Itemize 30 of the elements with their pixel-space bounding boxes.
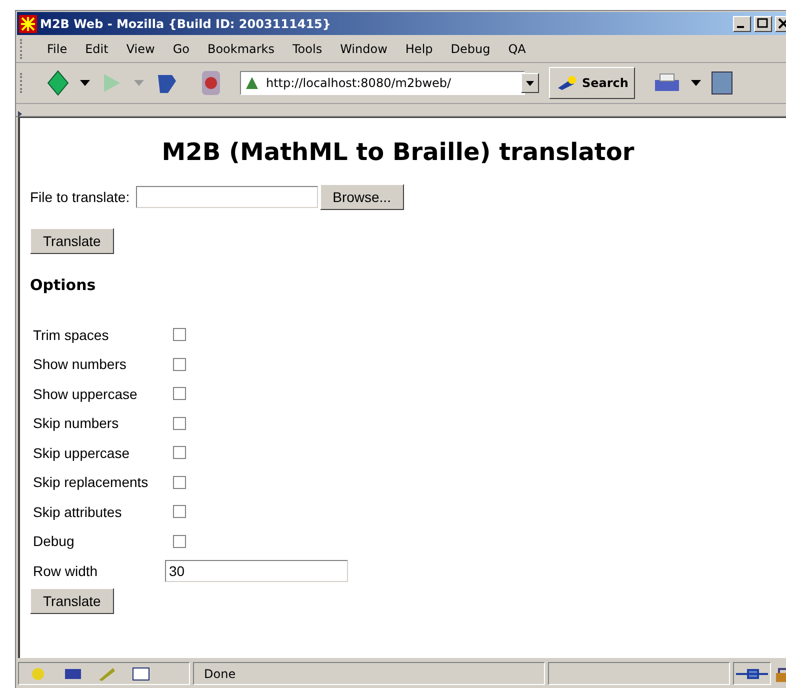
options-heading: Options: [30, 276, 97, 294]
option-label: Show uppercase: [33, 386, 138, 402]
menu-item[interactable]: Bookmarks: [200, 40, 282, 58]
menu-item[interactable]: View: [119, 40, 162, 58]
window-title: M2B Web - Mozilla {Build ID: 2003111415}: [40, 16, 332, 30]
status-text: Done: [204, 666, 236, 680]
browse-button[interactable]: Browse...: [320, 184, 404, 210]
row-width-field[interactable]: 30: [165, 560, 348, 582]
translate-button[interactable]: Translate: [30, 228, 114, 254]
row-width-label: Row width: [33, 562, 99, 579]
search-button[interactable]: Search: [549, 67, 636, 99]
menu-item[interactable]: Window: [333, 40, 394, 58]
translate-button[interactable]: Translate: [30, 588, 114, 614]
menu-item[interactable]: Go: [166, 40, 196, 58]
url-field[interactable]: http://localhost:8080/m2bweb/: [240, 71, 525, 95]
option-label: Debug: [33, 533, 76, 550]
file-label: File to translate:: [30, 189, 130, 205]
page-heading: M2B (MathML to Braille) translator: [160, 138, 636, 166]
option-label: Skip numbers: [33, 415, 120, 432]
option-label: Trim spaces: [33, 326, 110, 343]
option-label: Skip attributes: [33, 504, 123, 520]
option-label: Skip replacements: [33, 474, 150, 490]
menu-item[interactable]: Debug: [444, 40, 498, 58]
menu-item[interactable]: QA: [501, 40, 533, 58]
menu-item[interactable]: Tools: [286, 40, 330, 58]
menu-item[interactable]: File: [40, 40, 74, 58]
menu-item[interactable]: Edit: [78, 40, 116, 58]
option-label: Show numbers: [33, 356, 128, 372]
menu-item[interactable]: Help: [398, 40, 440, 58]
option-label: Skip uppercase: [33, 444, 131, 461]
